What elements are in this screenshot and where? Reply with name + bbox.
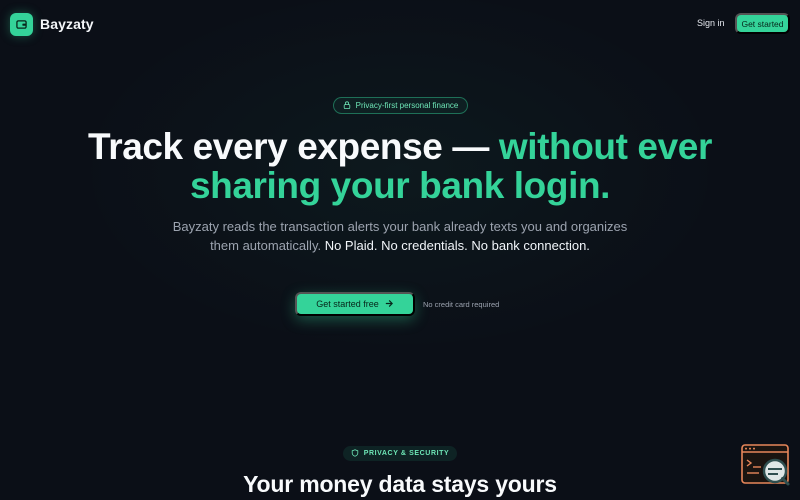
brand[interactable]: Bayzaty xyxy=(10,12,94,36)
privacy-badge: Privacy-first personal finance xyxy=(333,97,468,114)
terminal-search-icon[interactable] xyxy=(741,444,791,488)
privacy-security-badge: PRIVACY & SECURITY xyxy=(343,446,457,461)
hero-title-main: Track every expense — xyxy=(88,126,499,167)
no-credit-card-note: No credit card required xyxy=(423,299,500,309)
hero-title: Track every expense — without ever shari… xyxy=(60,127,740,205)
hero-subtitle-emphasis: No Plaid. No credentials. No bank connec… xyxy=(324,237,590,253)
wallet-icon xyxy=(10,12,33,36)
shield-icon xyxy=(351,448,359,459)
arrow-right-icon xyxy=(385,299,394,310)
privacy-section-title: Your money data stays yours xyxy=(243,471,557,497)
get-started-button[interactable]: Get started xyxy=(735,13,790,34)
get-started-free-button[interactable]: Get started free xyxy=(295,292,415,316)
lock-icon xyxy=(343,100,351,111)
privacy-security-label: PRIVACY & SECURITY xyxy=(363,450,450,457)
get-started-free-label: Get started free xyxy=(316,299,379,309)
brand-name: Bayzaty xyxy=(40,16,94,32)
privacy-badge-label: Privacy-first personal finance xyxy=(355,101,459,110)
sign-in-link[interactable]: Sign in xyxy=(691,14,731,32)
top-nav: Bayzaty Sign in Get started xyxy=(0,0,800,48)
hero-subtitle: Bayzaty reads the transaction alerts you… xyxy=(170,218,630,255)
